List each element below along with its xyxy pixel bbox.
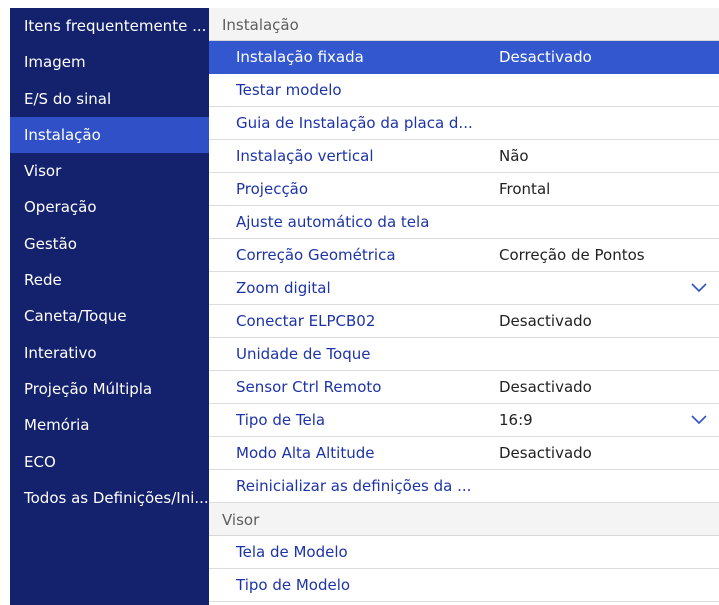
sidebar-item-caneta-toque[interactable]: Caneta/Toque [10,298,209,334]
setting-row-correcao-geometrica[interactable]: Correção Geométrica Correção de Pontos [209,239,719,272]
setting-label: Tipo de Modelo [236,576,351,594]
setting-value: Correção de Pontos [499,246,645,264]
sidebar-item-instalacao[interactable]: Instalação [10,116,209,154]
setting-value: Não [499,147,529,165]
setting-value: 16:9 [499,411,533,429]
sidebar-menu: Itens frequentemente ... Imagem E/S do sin… [10,8,209,605]
sidebar-item-e-s-do-sinal[interactable]: E/S do sinal [10,81,209,117]
sidebar-item-eco[interactable]: ECO [10,444,209,480]
setting-label: Projecção [236,180,309,198]
setting-label: Testar modelo [236,81,342,99]
section-header-instalacao: Instalação [209,8,719,41]
setting-label: Tipo de Tela [236,411,326,429]
sidebar-item-todos-as-definicoes-ini[interactable]: Todos as Definições/Ini... [10,480,209,516]
setting-value: Desactivado [499,312,592,330]
setting-row-reinicializar-as-definicoes-da[interactable]: Reinicializar as definições da ... [209,470,719,503]
setting-value: Desactivado [499,444,592,462]
sidebar-item-itens-frequentemente[interactable]: Itens frequentemente ... [10,8,209,44]
setting-label: Reinicializar as definições da ... [236,477,472,495]
setting-label: Instalação vertical [236,147,374,165]
setting-label: Tela de Modelo [236,543,348,561]
setting-label: Instalação fixada [236,48,364,66]
setting-row-zoom-digital[interactable]: Zoom digital [209,272,719,305]
setting-row-projeccao[interactable]: Projecção Frontal [209,173,719,206]
setting-row-ajuste-automatico-da-tela[interactable]: Ajuste automático da tela [209,206,719,239]
setting-row-testar-modelo[interactable]: Testar modelo [209,74,719,107]
setting-row-tipo-de-modelo[interactable]: Tipo de Modelo [209,569,719,602]
setting-value: Desactivado [499,48,592,66]
setting-label: Modo Alta Altitude [236,444,375,462]
sidebar-item-gestao[interactable]: Gestão [10,226,209,262]
setting-row-sensor-ctrl-remoto[interactable]: Sensor Ctrl Remoto Desactivado [209,371,719,404]
setting-row-guia-de-instalacao-da-placa-d[interactable]: Guia de Instalação da placa d... [209,107,719,140]
setting-row-instalacao-vertical[interactable]: Instalação vertical Não [209,140,719,173]
settings-panel: Instalação Instalação fixada Desactivado T… [209,8,719,605]
setting-label: Conectar ELPCB02 [236,312,376,330]
setting-label: Guia de Instalação da placa d... [236,114,473,132]
setting-row-tipo-de-tela[interactable]: Tipo de Tela 16:9 [209,404,719,437]
setting-row-unidade-de-toque[interactable]: Unidade de Toque [209,338,719,371]
setting-label: Ajuste automático da tela [236,213,430,231]
chevron-down-icon[interactable] [691,415,707,425]
sidebar-item-interativo[interactable]: Interativo [10,335,209,371]
setting-label: Correção Geométrica [236,246,396,264]
section-header-visor: Visor [209,503,719,536]
sidebar-item-memoria[interactable]: Memória [10,407,209,443]
setting-value: Frontal [499,180,551,198]
sidebar-item-imagem[interactable]: Imagem [10,44,209,80]
sidebar-item-operacao[interactable]: Operação [10,189,209,225]
setting-row-modo-alta-altitude[interactable]: Modo Alta Altitude Desactivado [209,437,719,470]
setting-row-instalacao-fixada[interactable]: Instalação fixada Desactivado [209,41,719,74]
settings-list-instalacao: Instalação fixada Desactivado Testar model… [209,41,719,503]
setting-value: Desactivado [499,378,592,396]
setting-label: Zoom digital [236,279,331,297]
setting-label: Sensor Ctrl Remoto [236,378,382,396]
sidebar-item-visor[interactable]: Visor [10,153,209,189]
chevron-down-icon[interactable] [691,283,707,293]
setting-label: Unidade de Toque [236,345,371,363]
settings-list-visor: Tela de Modelo Tipo de Modelo [209,536,719,602]
sidebar-item-rede[interactable]: Rede [10,262,209,298]
setting-row-conectar-elpcb02[interactable]: Conectar ELPCB02 Desactivado [209,305,719,338]
sidebar-item-projecao-multipla[interactable]: Projeção Múltipla [10,371,209,407]
setting-row-tela-de-modelo[interactable]: Tela de Modelo [209,536,719,569]
